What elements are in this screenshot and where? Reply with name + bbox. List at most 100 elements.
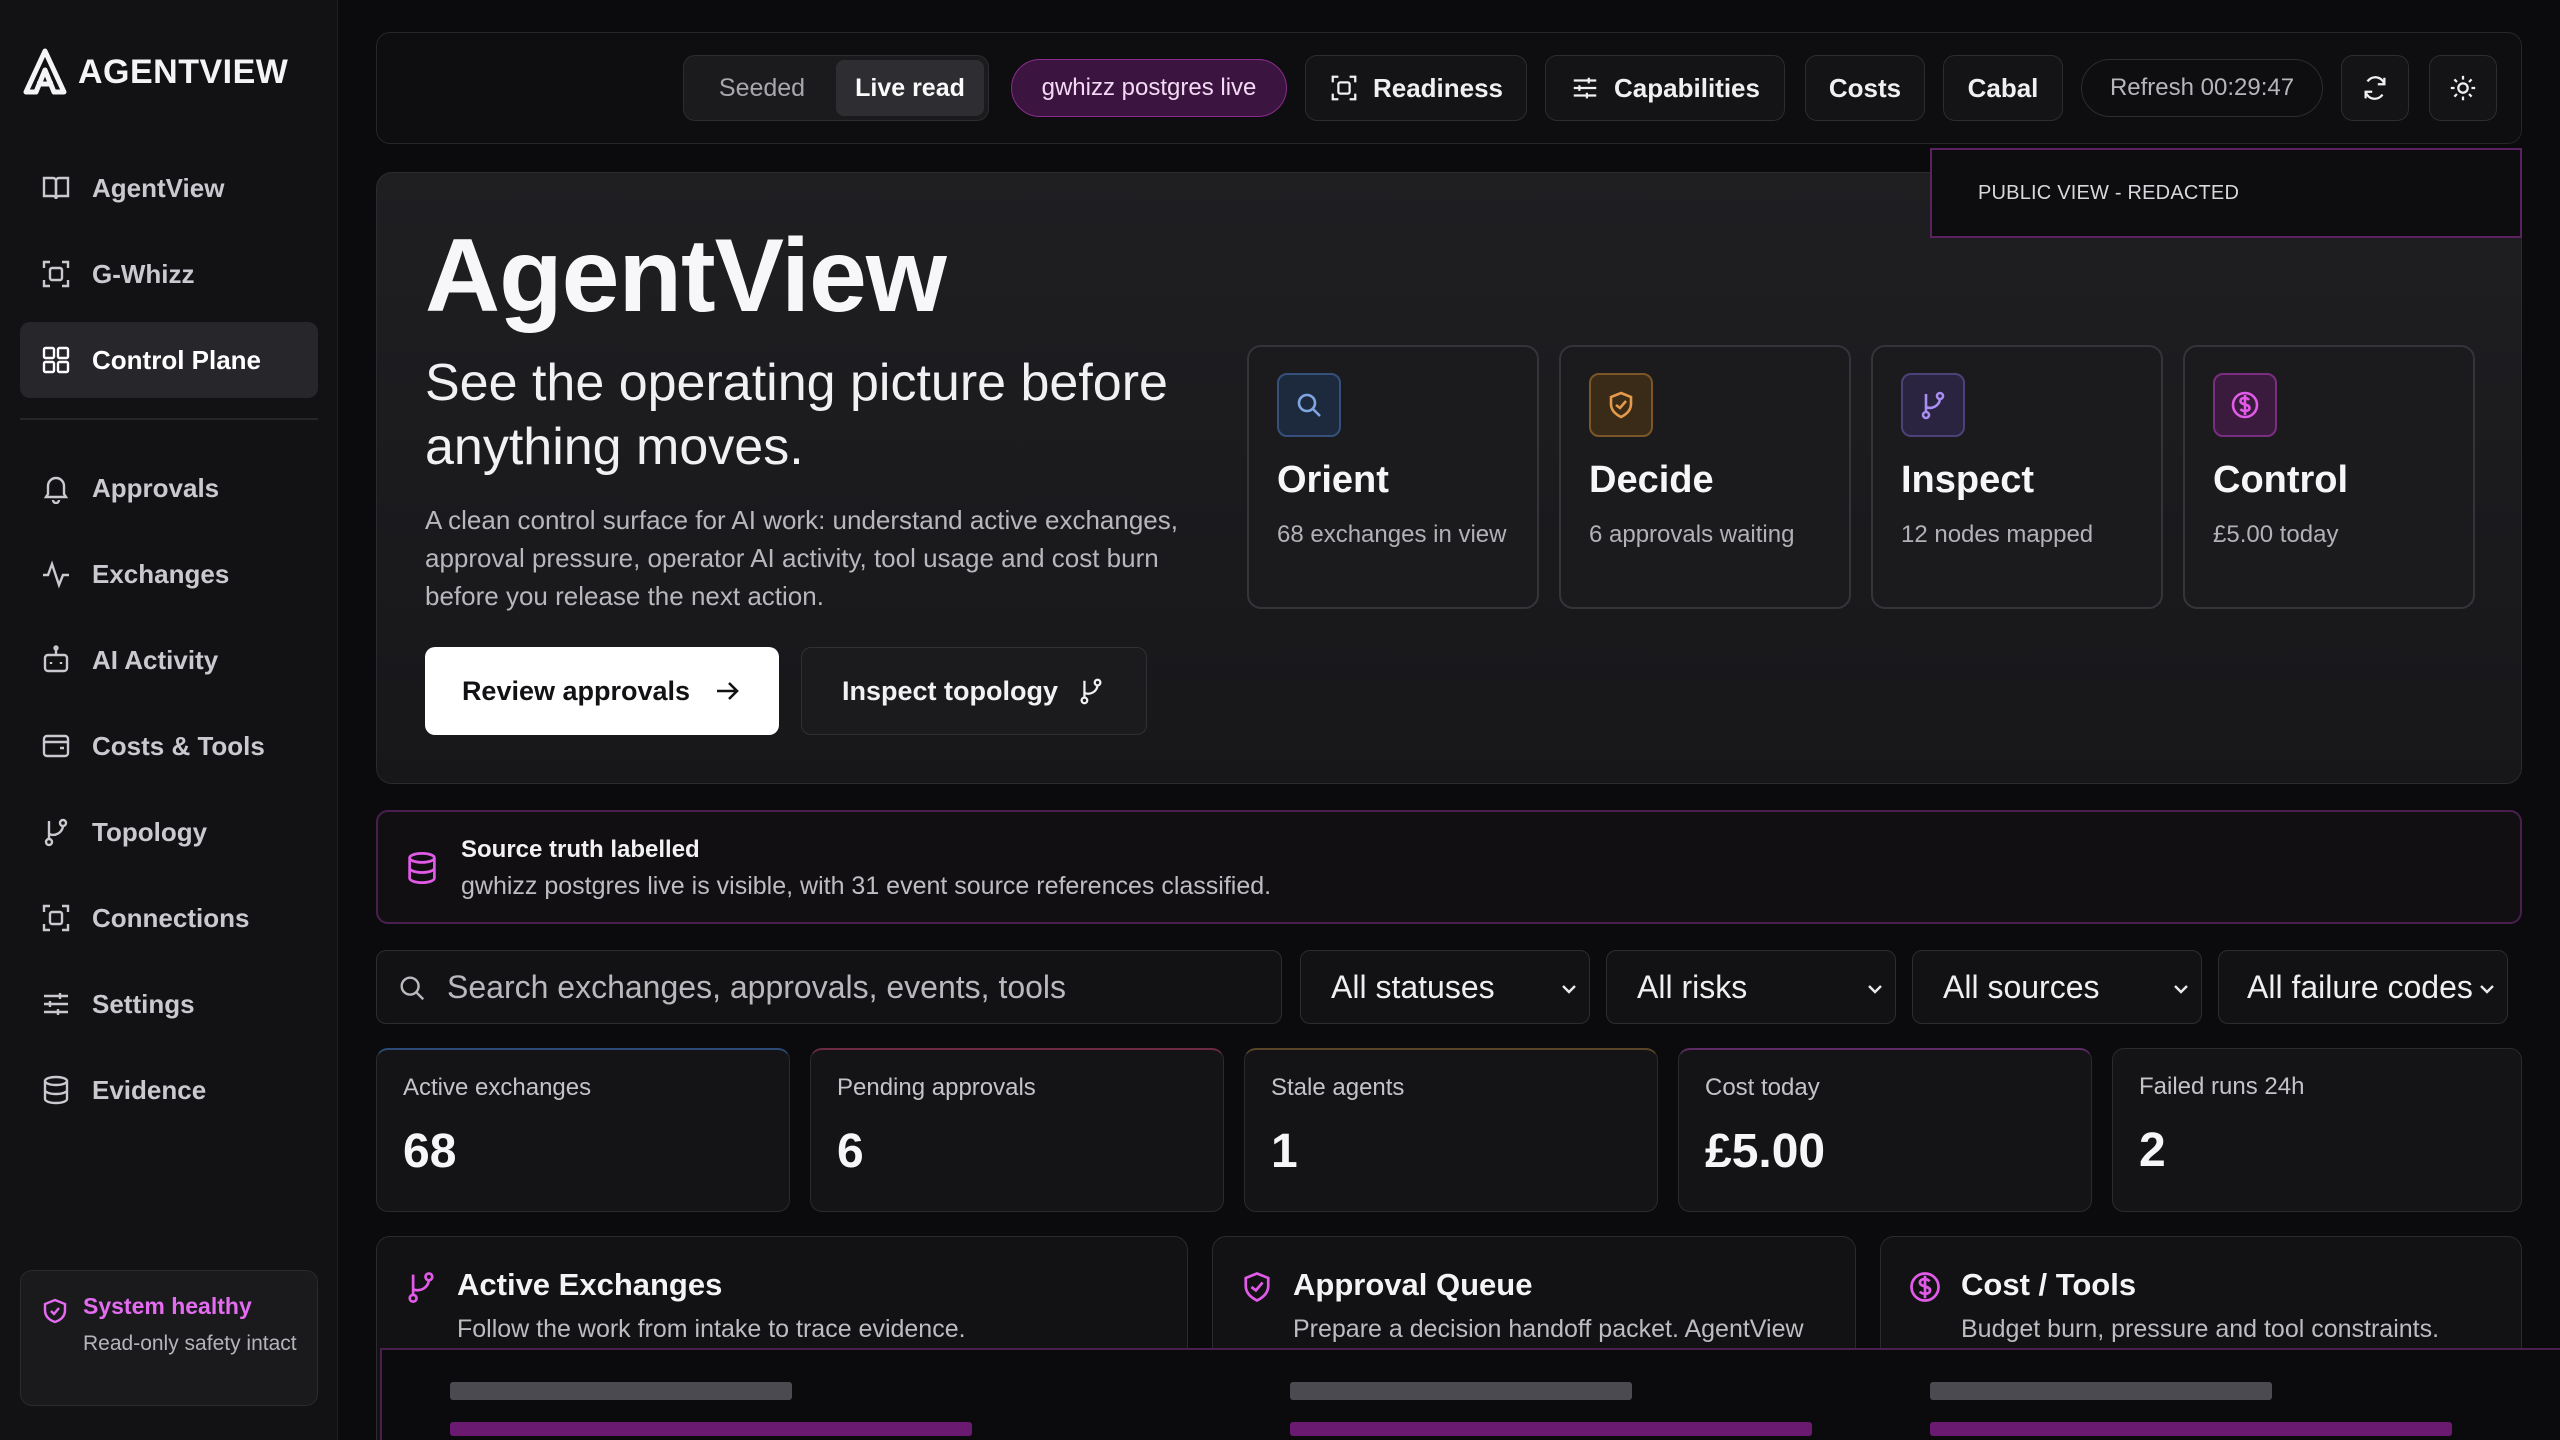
skeleton-progress: [450, 1422, 972, 1436]
sidebar-divider: [20, 418, 318, 420]
agentview-logo-icon: [23, 48, 67, 95]
risk-filter-select[interactable]: All risks: [1606, 950, 1896, 1024]
panel-subtitle: Follow the work from intake to trace evi…: [457, 1315, 966, 1343]
system-health-card: System healthy Read-only safety intact: [20, 1270, 318, 1406]
orient-card[interactable]: Orient 68 exchanges in view: [1247, 345, 1539, 609]
failure-code-filter-select[interactable]: All failure codes: [2218, 950, 2508, 1024]
refresh-icon: [2364, 76, 2386, 100]
search-icon: [1277, 373, 1341, 437]
sidebar: AGENTVIEW AgentView G-Whizz Control Plan…: [0, 0, 338, 1440]
metric-stale-agents[interactable]: Stale agents 1: [1244, 1048, 1658, 1212]
status-filter-value: All statuses: [1331, 968, 1495, 1005]
metric-label: Stale agents: [1271, 1074, 1405, 1101]
sidebar-item-evidence[interactable]: Evidence: [20, 1052, 318, 1128]
mode-seeded[interactable]: Seeded: [688, 60, 836, 116]
source-chip[interactable]: gwhizz postgres live: [1011, 59, 1287, 117]
panel-subtitle: Budget burn, pressure and tool constrain…: [1961, 1315, 2440, 1343]
sidebar-item-label: Evidence: [92, 1074, 207, 1105]
sidebar-item-label: Topology: [92, 816, 208, 847]
sun-icon: [2450, 75, 2476, 101]
scan-icon: [42, 904, 70, 932]
branch-icon: [1901, 373, 1965, 437]
card-subtitle: £5.00 today: [2213, 521, 2339, 548]
panel-title: Active Exchanges: [457, 1267, 723, 1302]
metric-value: 1: [1271, 1125, 1298, 1178]
costs-label: Costs: [1828, 72, 1902, 103]
search-input[interactable]: [447, 951, 1267, 1023]
card-title: Inspect: [1901, 459, 2035, 501]
chevron-down-icon: [2480, 985, 2494, 994]
sliders-icon: [1573, 77, 1597, 99]
review-approvals-button[interactable]: Review approvals: [425, 647, 779, 735]
metric-cost-today[interactable]: Cost today £5.00: [1678, 1048, 2092, 1212]
shield-check-icon: [43, 1298, 67, 1324]
metric-active-exchanges[interactable]: Active exchanges 68: [376, 1048, 790, 1212]
decide-card[interactable]: Decide 6 approvals waiting: [1559, 345, 1851, 609]
costs-button[interactable]: Costs: [1805, 55, 1925, 121]
sidebar-item-label: Approvals: [92, 472, 220, 503]
inspect-card[interactable]: Inspect 12 nodes mapped: [1871, 345, 2163, 609]
mode-live-read[interactable]: Live read: [836, 60, 984, 116]
database-icon: [408, 852, 436, 884]
source-truth-title: Source truth labelled: [461, 836, 700, 863]
card-title: Control: [2213, 459, 2349, 501]
branch-icon: [1080, 678, 1102, 705]
search-bar: [376, 950, 1282, 1024]
metric-value: 2: [2139, 1124, 2166, 1177]
bell-icon: [43, 476, 69, 504]
sidebar-item-costs-tools[interactable]: Costs & Tools: [20, 708, 318, 784]
sidebar-nav: AgentView G-Whizz Control Plane Approval…: [20, 150, 318, 1138]
capabilities-label: Capabilities: [1614, 72, 1760, 103]
sidebar-item-connections[interactable]: Connections: [20, 880, 318, 956]
source-truth-banner: Source truth labelled gwhizz postgres li…: [376, 810, 2522, 924]
grid-icon: [42, 346, 70, 374]
wallet-icon: [42, 734, 70, 758]
scan-icon: [1331, 75, 1357, 101]
status-filter-select[interactable]: All statuses: [1300, 950, 1590, 1024]
database-icon: [43, 1075, 69, 1105]
chevron-down-icon: [2174, 985, 2188, 994]
book-icon: [42, 176, 70, 200]
metric-label: Failed runs 24h: [2139, 1073, 2305, 1100]
metric-label: Active exchanges: [403, 1074, 592, 1101]
metric-value: 68: [403, 1125, 457, 1178]
theme-toggle-button[interactable]: [2429, 55, 2497, 121]
card-title: Decide: [1589, 459, 1714, 501]
sidebar-item-label: Exchanges: [92, 558, 230, 589]
refresh-countdown: Refresh 00:29:47: [2081, 59, 2323, 117]
sidebar-item-settings[interactable]: Settings: [20, 966, 318, 1042]
control-card[interactable]: Control £5.00 today: [2183, 345, 2475, 609]
capabilities-button[interactable]: Capabilities: [1545, 55, 1785, 121]
metric-pending-approvals[interactable]: Pending approvals 6: [810, 1048, 1224, 1212]
hero-description: A clean control surface for AI work: und…: [425, 505, 1178, 611]
sidebar-item-ai-activity[interactable]: AI Activity: [20, 622, 318, 698]
sidebar-item-approvals[interactable]: Approvals: [20, 450, 318, 526]
activity-icon: [43, 560, 69, 589]
metric-label: Cost today: [1705, 1074, 1820, 1101]
scan-icon: [42, 260, 70, 288]
source-truth-body: gwhizz postgres live is visible, with 31…: [461, 872, 1272, 900]
sliders-icon: [44, 993, 68, 1015]
inspect-topology-button[interactable]: Inspect topology: [801, 647, 1147, 735]
sidebar-item-control-plane[interactable]: Control Plane: [20, 322, 318, 398]
branch-icon: [44, 818, 68, 847]
cabal-button[interactable]: Cabal: [1943, 55, 2063, 121]
brand[interactable]: AGENTVIEW: [20, 48, 288, 96]
sidebar-item-label: AgentView: [92, 172, 225, 203]
readiness-button[interactable]: Readiness: [1305, 55, 1527, 121]
card-subtitle: 12 nodes mapped: [1901, 521, 2094, 548]
review-approvals-label: Review approvals: [461, 675, 691, 706]
refresh-button[interactable]: [2341, 55, 2409, 121]
source-filter-select[interactable]: All sources: [1912, 950, 2202, 1024]
panel-subtitle: Prepare a decision handoff packet. Agent…: [1293, 1315, 1804, 1343]
sidebar-item-topology[interactable]: Topology: [20, 794, 318, 870]
sidebar-item-exchanges[interactable]: Exchanges: [20, 536, 318, 612]
card-title: Orient: [1277, 459, 1389, 501]
sidebar-item-label: Connections: [92, 902, 250, 933]
skeleton-line: [450, 1382, 792, 1400]
arrow-right-icon: [717, 682, 739, 700]
sidebar-item-g-whizz[interactable]: G-Whizz: [20, 236, 318, 312]
risk-filter-value: All risks: [1637, 968, 1748, 1005]
sidebar-item-agentview[interactable]: AgentView: [20, 150, 318, 226]
metric-failed-runs[interactable]: Failed runs 24h 2: [2112, 1048, 2522, 1212]
